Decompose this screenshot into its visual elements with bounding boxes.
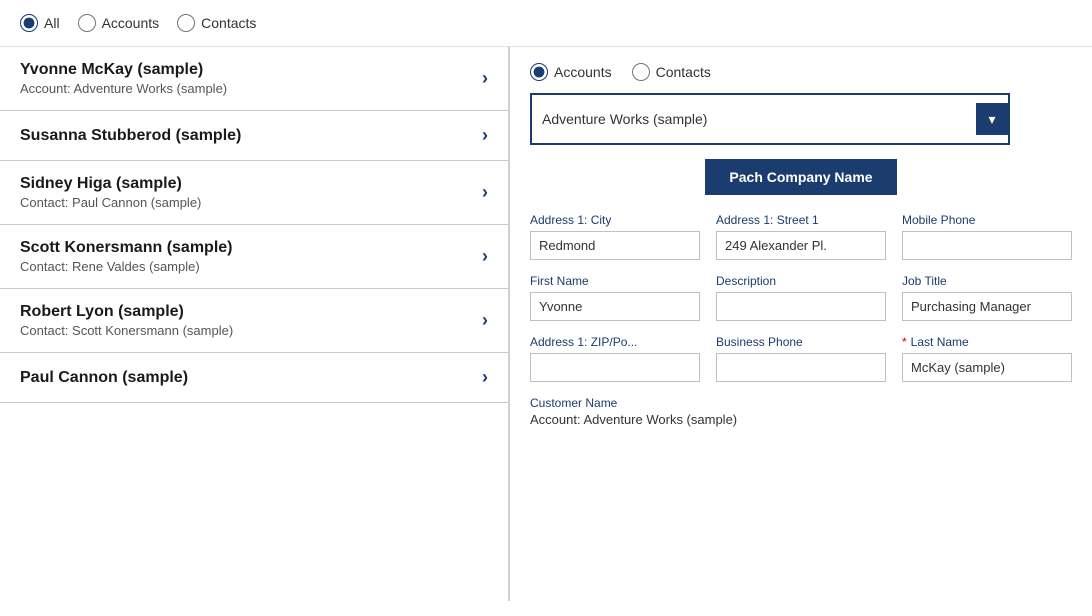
list-item-content: Paul Cannon (sample) xyxy=(20,369,472,387)
field-description: Description xyxy=(716,274,886,321)
filter-contacts-radio[interactable] xyxy=(177,14,195,32)
field-mobile-phone: Mobile Phone xyxy=(902,213,1072,260)
account-dropdown-container: Adventure Works (sample) ▾ xyxy=(530,93,1072,145)
field-address1-city: Address 1: City xyxy=(530,213,700,260)
list-item-subtitle: Account: Adventure Works (sample) xyxy=(20,81,472,96)
filter-accounts-label: Accounts xyxy=(102,15,160,31)
field-input-mobile-phone[interactable] xyxy=(902,231,1072,260)
patch-button[interactable]: Pach Company Name xyxy=(705,159,896,195)
list-item-content: Sidney Higa (sample) Contact: Paul Canno… xyxy=(20,175,472,210)
field-last-name: *Last Name xyxy=(902,335,1072,382)
filter-all[interactable]: All xyxy=(20,14,60,32)
field-input-description[interactable] xyxy=(716,292,886,321)
field-label-mobile-phone: Mobile Phone xyxy=(902,213,1072,227)
right-filter-accounts[interactable]: Accounts xyxy=(530,63,612,81)
filter-accounts[interactable]: Accounts xyxy=(78,14,160,32)
list-item-title: Sidney Higa (sample) xyxy=(20,175,472,193)
list-item-subtitle: Contact: Scott Konersmann (sample) xyxy=(20,323,472,338)
list-item[interactable]: Yvonne McKay (sample) Account: Adventure… xyxy=(0,47,508,111)
field-label-address1-zip: Address 1: ZIP/Po... xyxy=(530,335,700,349)
field-label-business-phone: Business Phone xyxy=(716,335,886,349)
field-business-phone: Business Phone xyxy=(716,335,886,382)
field-first-name: First Name xyxy=(530,274,700,321)
list-item-title: Yvonne McKay (sample) xyxy=(20,61,472,79)
customer-name-value: Account: Adventure Works (sample) xyxy=(530,412,1072,427)
list-item-title: Paul Cannon (sample) xyxy=(20,369,472,387)
field-label-address1-street1: Address 1: Street 1 xyxy=(716,213,886,227)
right-filter-contacts-label: Contacts xyxy=(656,64,711,80)
field-input-address1-zip[interactable] xyxy=(530,353,700,382)
list-item-content: Susanna Stubberod (sample) xyxy=(20,127,472,145)
field-label-description: Description xyxy=(716,274,886,288)
list-item[interactable]: Susanna Stubberod (sample) › xyxy=(0,111,508,161)
field-input-business-phone[interactable] xyxy=(716,353,886,382)
chevron-right-icon: › xyxy=(482,68,488,89)
top-filter-bar: All Accounts Contacts xyxy=(0,0,1092,47)
main-layout: Yvonne McKay (sample) Account: Adventure… xyxy=(0,47,1092,601)
field-label-address1-city: Address 1: City xyxy=(530,213,700,227)
chevron-right-icon: › xyxy=(482,310,488,331)
filter-all-label: All xyxy=(44,15,60,31)
field-input-address1-street1[interactable] xyxy=(716,231,886,260)
list-item-title: Robert Lyon (sample) xyxy=(20,303,472,321)
list-item-title: Susanna Stubberod (sample) xyxy=(20,127,472,145)
right-filter-accounts-radio[interactable] xyxy=(530,63,548,81)
customer-name-section: Customer Name Account: Adventure Works (… xyxy=(530,396,1072,427)
right-filter-contacts-radio[interactable] xyxy=(632,63,650,81)
filter-accounts-radio[interactable] xyxy=(78,14,96,32)
field-label-job-title: Job Title xyxy=(902,274,1072,288)
top-radio-group: All Accounts Contacts xyxy=(20,14,256,32)
field-input-job-title[interactable] xyxy=(902,292,1072,321)
field-address1-street1: Address 1: Street 1 xyxy=(716,213,886,260)
right-filter-contacts[interactable]: Contacts xyxy=(632,63,711,81)
field-address1-zip: Address 1: ZIP/Po... xyxy=(530,335,700,382)
dropdown-arrow-icon: ▾ xyxy=(976,103,1008,135)
chevron-right-icon: › xyxy=(482,367,488,388)
account-dropdown[interactable]: Adventure Works (sample) ▾ xyxy=(530,93,1010,145)
list-item-title: Scott Konersmann (sample) xyxy=(20,239,472,257)
filter-contacts-label: Contacts xyxy=(201,15,256,31)
right-panel: Accounts Contacts Adventure Works (sampl… xyxy=(510,47,1092,601)
list-item[interactable]: Scott Konersmann (sample) Contact: Rene … xyxy=(0,225,508,289)
field-input-address1-city[interactable] xyxy=(530,231,700,260)
required-indicator: * xyxy=(902,335,907,349)
form-fields: Address 1: City Address 1: Street 1 Mobi… xyxy=(530,213,1072,382)
customer-name-label: Customer Name xyxy=(530,396,1072,410)
list-item-content: Scott Konersmann (sample) Contact: Rene … xyxy=(20,239,472,274)
chevron-right-icon: › xyxy=(482,246,488,267)
right-filter: Accounts Contacts xyxy=(530,63,1072,81)
list-item-content: Yvonne McKay (sample) Account: Adventure… xyxy=(20,61,472,96)
list-item[interactable]: Paul Cannon (sample) › xyxy=(0,353,508,403)
list-item-subtitle: Contact: Rene Valdes (sample) xyxy=(20,259,472,274)
field-label-first-name: First Name xyxy=(530,274,700,288)
list-item-content: Robert Lyon (sample) Contact: Scott Kone… xyxy=(20,303,472,338)
chevron-right-icon: › xyxy=(482,125,488,146)
account-dropdown-text: Adventure Works (sample) xyxy=(542,111,707,127)
field-job-title: Job Title xyxy=(902,274,1072,321)
list-item[interactable]: Robert Lyon (sample) Contact: Scott Kone… xyxy=(0,289,508,353)
field-input-last-name[interactable] xyxy=(902,353,1072,382)
list-item[interactable]: Sidney Higa (sample) Contact: Paul Canno… xyxy=(0,161,508,225)
left-panel: Yvonne McKay (sample) Account: Adventure… xyxy=(0,47,510,601)
filter-all-radio[interactable] xyxy=(20,14,38,32)
right-filter-accounts-label: Accounts xyxy=(554,64,612,80)
list-item-subtitle: Contact: Paul Cannon (sample) xyxy=(20,195,472,210)
field-label-last-name: *Last Name xyxy=(902,335,1072,349)
field-input-first-name[interactable] xyxy=(530,292,700,321)
filter-contacts[interactable]: Contacts xyxy=(177,14,256,32)
chevron-right-icon: › xyxy=(482,182,488,203)
